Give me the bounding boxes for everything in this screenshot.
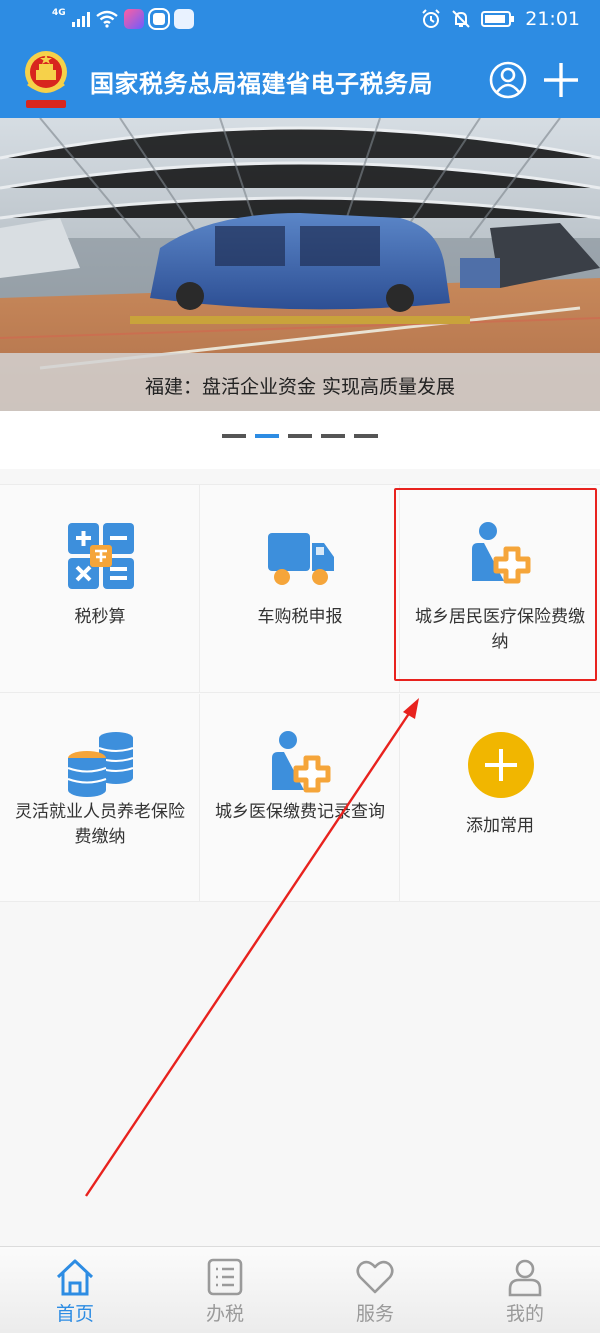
status-time: 21:01 <box>525 8 580 30</box>
battery-icon <box>481 11 515 27</box>
heart-icon <box>356 1260 394 1294</box>
grid-item-label: 城乡医保缴费记录查询 <box>215 802 385 822</box>
carousel-dot[interactable] <box>222 434 246 438</box>
home-icon <box>56 1259 94 1296</box>
add-circle-icon <box>468 732 534 798</box>
app-icon <box>123 9 144 29</box>
app-title: 国家税务总局福建省电子税务局 <box>90 70 433 98</box>
grid-item-label: 添加常用 <box>466 816 534 836</box>
grid-item-label: 灵活就业人员养老保险费缴纳 <box>15 802 185 847</box>
grid-item-tax-calculator[interactable]: 税秒算 <box>0 485 200 693</box>
emblem-logo <box>25 51 67 108</box>
plus-icon[interactable] <box>541 60 581 100</box>
list-icon <box>207 1258 243 1296</box>
signal-icon <box>71 11 90 27</box>
grid-item-label: 车购税申报 <box>257 607 343 627</box>
nav-label: 办税 <box>205 1303 244 1325</box>
coins-icon <box>67 732 134 797</box>
medical-insurance-icon <box>272 731 331 793</box>
grid-item-pension-payment[interactable]: 灵活就业人员养老保险费缴纳 <box>0 694 200 902</box>
carousel-dot[interactable] <box>354 434 378 438</box>
user-icon[interactable] <box>488 60 528 100</box>
annotation-highlight-box <box>394 488 597 681</box>
carousel-dot[interactable] <box>321 434 345 438</box>
browser-icon <box>147 8 170 30</box>
status-bar: 4G 21:01 <box>0 0 600 42</box>
app-header: 国家税务总局福建省电子税务局 <box>0 42 600 118</box>
network-type: 4G <box>52 8 66 18</box>
nav-item-mine[interactable]: 我的 <box>450 1247 600 1333</box>
nav-item-home[interactable]: 首页 <box>0 1247 150 1333</box>
calculator-icon <box>68 523 134 589</box>
status-right: 21:01 <box>421 8 580 30</box>
wifi-icon <box>95 10 118 28</box>
bottom-nav: 首页 办税 服务 我的 <box>0 1246 600 1333</box>
carousel-dot[interactable] <box>288 434 312 438</box>
status-left: 4G <box>52 8 194 30</box>
nav-label: 首页 <box>55 1303 94 1325</box>
banner-caption[interactable]: 福建：盘活企业资金 实现高质量发展 <box>0 372 600 399</box>
carousel-indicator[interactable] <box>222 434 378 438</box>
nav-item-tax-handling[interactable]: 办税 <box>150 1247 300 1333</box>
grid-item-vehicle-tax[interactable]: 车购税申报 <box>200 485 400 693</box>
alarm-icon <box>422 9 440 28</box>
nav-label: 我的 <box>505 1303 544 1325</box>
nav-label: 服务 <box>355 1303 394 1325</box>
app-icon <box>173 9 194 29</box>
grid-item-medical-record-query[interactable]: 城乡医保缴费记录查询 <box>200 694 400 902</box>
grid-item-add-favorite[interactable]: 添加常用 <box>400 694 600 902</box>
carousel-dot-active[interactable] <box>255 434 279 438</box>
truck-icon <box>268 533 334 585</box>
nav-item-services[interactable]: 服务 <box>300 1247 450 1333</box>
mute-icon <box>452 10 470 28</box>
grid-item-label: 税秒算 <box>74 607 126 627</box>
person-icon <box>508 1259 542 1297</box>
carousel-indicator-area <box>0 411 600 469</box>
